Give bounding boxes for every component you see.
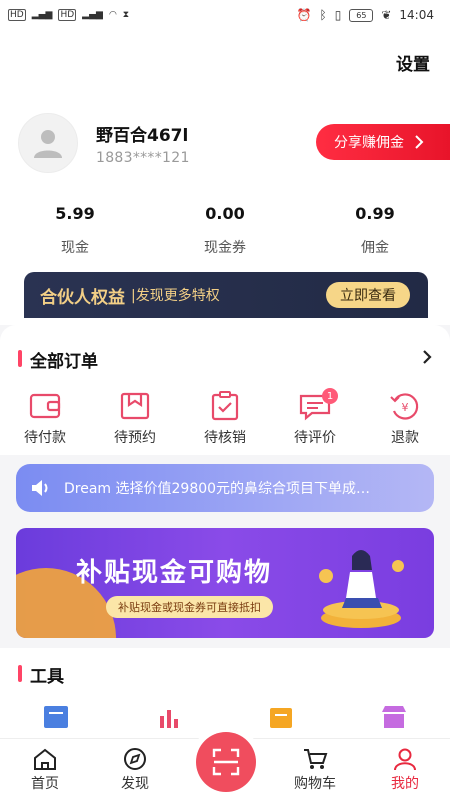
orders-title[interactable]: 全部订单 (18, 347, 98, 372)
order-label: 待评价 (294, 430, 336, 446)
refund-icon: ¥ (390, 393, 419, 420)
tab-label: 发现 (121, 776, 149, 792)
tab-label: 购物车 (294, 776, 336, 792)
battery-icon: 65 (349, 8, 374, 22)
stat-value: 5.99 (55, 204, 95, 223)
wallet-icon (29, 393, 61, 419)
bar-chart-icon[interactable] (154, 704, 184, 730)
partner-subtitle: |发现更多特权 (131, 288, 220, 304)
tab-label: 我的 (391, 776, 419, 792)
order-refund[interactable]: ¥ 退款 (370, 391, 440, 447)
stat-commission[interactable]: 0.99 佣金 (300, 204, 450, 257)
announcement-bar[interactable]: Dream 选择价值29800元的鼻综合项目下单成… (16, 464, 434, 512)
hd-icon: HD (8, 9, 26, 21)
order-pending-verify[interactable]: 待核销 (190, 391, 260, 447)
settings-button[interactable]: 设置 (396, 50, 430, 75)
order-pending-booking[interactable]: 待预约 (100, 391, 170, 447)
stat-label: 现金券 (204, 240, 246, 256)
stat-value: 0.99 (355, 204, 395, 223)
share-earn-label: 分享赚佣金 (334, 135, 404, 151)
tools-title: 工具 (18, 662, 64, 687)
stat-label: 佣金 (361, 240, 389, 256)
stat-coupon[interactable]: 0.00 现金券 (150, 204, 300, 257)
order-status-list: 待付款 待预约 待核销 1 待评价 ¥ 退款 (0, 388, 450, 447)
status-bar: HD ▂▄▆ HD ▂▄▆ ◠ ⧗ ⏰ ᛒ ▯ 65 ❦ 14:04 (0, 0, 450, 34)
tab-mine[interactable]: 我的 (360, 739, 450, 800)
cart-icon (304, 749, 328, 769)
scan-button[interactable] (196, 732, 256, 792)
signal-icon: ▂▄▆ (82, 10, 103, 20)
store-icon[interactable] (379, 704, 409, 730)
user-name: 野百合467l (96, 126, 189, 146)
order-pending-review[interactable]: 1 待评价 (280, 388, 350, 447)
status-right: ⏰ ᛒ ▯ 65 ❦ 14:04 (297, 8, 434, 22)
note-icon[interactable] (266, 704, 296, 730)
share-earn-button[interactable]: 分享赚佣金 (316, 124, 450, 160)
announcement-text: Dream 选择价值29800元的鼻综合项目下单成… (64, 481, 371, 497)
profile-header: HD ▂▄▆ HD ▂▄▆ ◠ ⧗ ⏰ ᛒ ▯ 65 ❦ 14:04 设置 野百… (0, 0, 450, 325)
bluetooth-icon: ᛒ (319, 8, 327, 22)
orders-section: 全部订单 待付款 待预约 待核销 1 待评价 ¥ 退款 (0, 325, 450, 455)
wallet-stats: 5.99 现金 0.00 现金券 0.99 佣金 (0, 204, 450, 257)
cash-subsidy-banner[interactable]: 补贴现金可购物 补贴现金或现金券可直接抵扣 (16, 528, 434, 638)
tab-home[interactable]: 首页 (0, 739, 90, 800)
user-icon (394, 748, 416, 771)
order-label: 待付款 (24, 430, 66, 446)
banner-title: 补贴现金可购物 (76, 558, 273, 588)
tools-section: 工具 (0, 648, 450, 738)
stat-label: 现金 (61, 240, 89, 256)
speaker-icon (32, 480, 48, 496)
user-silhouette-icon (34, 130, 62, 158)
hourglass-icon: ⧗ (122, 10, 130, 20)
tool-icon-row (0, 704, 450, 730)
wifi-icon: ◠ (108, 10, 117, 20)
banner-subtitle: 补贴现金或现金券可直接抵扣 (106, 596, 273, 618)
scan-icon (212, 748, 240, 776)
stat-value: 0.00 (205, 204, 245, 223)
svg-text:¥: ¥ (402, 401, 409, 414)
partner-title: 合伙人权益 (40, 287, 125, 308)
tab-discover[interactable]: 发现 (90, 739, 180, 800)
view-now-button[interactable]: 立即查看 (326, 282, 410, 308)
partner-benefits-card[interactable]: 合伙人权益 |发现更多特权 立即查看 (24, 272, 428, 318)
tool-doc-icon[interactable] (41, 704, 71, 730)
order-pending-payment[interactable]: 待付款 (10, 391, 80, 447)
tab-label: 首页 (31, 776, 59, 792)
tab-cart[interactable]: 购物车 (270, 739, 360, 800)
compass-icon (124, 748, 146, 770)
hd-icon: HD (58, 9, 77, 21)
shopping-woman-illustration (319, 550, 404, 628)
profile-page: HD ▂▄▆ HD ▂▄▆ ◠ ⧗ ⏰ ᛒ ▯ 65 ❦ 14:04 设置 野百… (0, 0, 450, 800)
review-count-badge: 1 (322, 388, 338, 404)
order-label: 待预约 (114, 430, 156, 446)
vibrate-icon: ▯ (334, 8, 342, 22)
order-label: 待核销 (204, 430, 246, 446)
chevron-right-icon[interactable] (422, 349, 432, 365)
clock: 14:04 (399, 8, 434, 22)
bookmark-box-icon (120, 392, 150, 420)
chevron-right-icon (415, 135, 424, 149)
home-icon (34, 748, 56, 770)
stat-cash[interactable]: 5.99 现金 (0, 204, 150, 257)
user-phone: 1883****121 (96, 150, 190, 166)
order-label: 退款 (391, 430, 419, 446)
clipboard-check-icon (211, 391, 239, 421)
leaf-icon: ❦ (381, 8, 392, 22)
signal-indicators: HD ▂▄▆ HD ▂▄▆ ◠ ⧗ (8, 9, 129, 21)
avatar[interactable] (18, 113, 78, 173)
alarm-icon: ⏰ (296, 8, 312, 22)
signal-icon: ▂▄▆ (31, 10, 53, 20)
